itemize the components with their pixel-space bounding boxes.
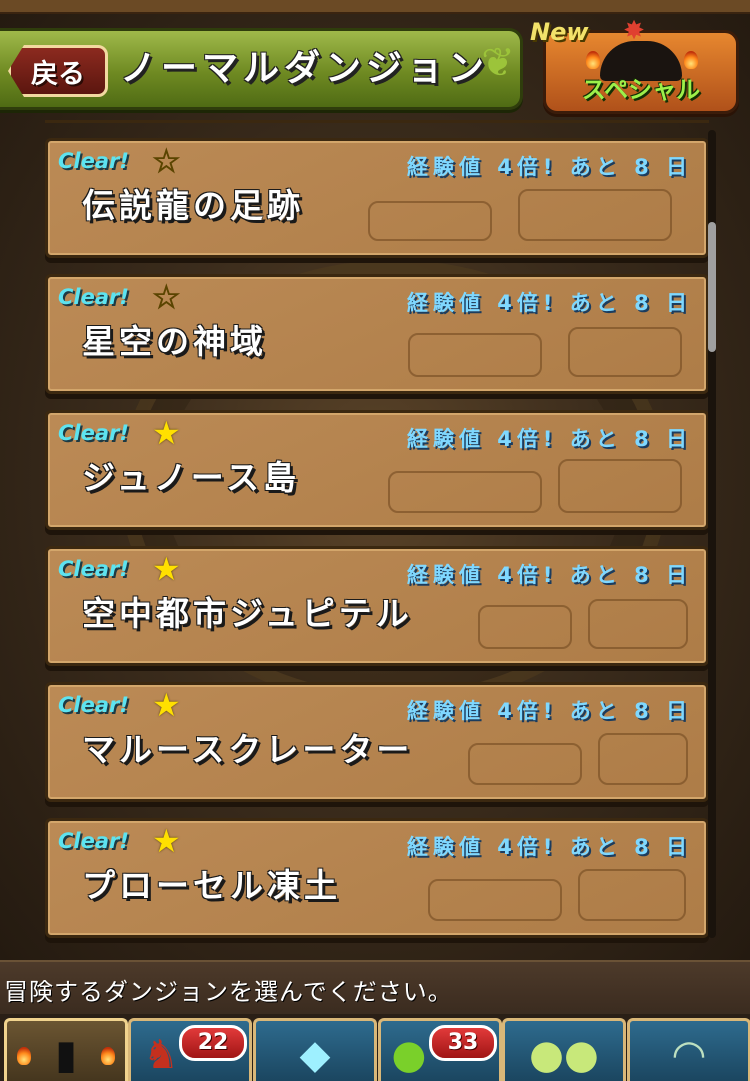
dungeon-list[interactable]: Clear! ☆ 伝説龍の足跡 経験値 4倍! あと 8 日 Clear! ☆ … <box>0 120 750 958</box>
dungeon-name: マルースクレーター <box>82 730 414 769</box>
dungeon-name: 伝説龍の足跡 <box>82 186 304 225</box>
dungeon-row[interactable]: Clear! ★ プローセル凍土 経験値 4倍! あと 8 日 <box>45 818 709 938</box>
star-outline-icon: ☆ <box>152 278 182 316</box>
event-text: 経験値 4倍! あと 8 日 <box>406 699 692 723</box>
dungeon-row[interactable]: Clear! ☆ 星空の神域 経験値 4倍! あと 8 日 <box>45 274 709 394</box>
star-filled-icon: ★ <box>152 822 181 860</box>
clear-label: Clear! <box>58 829 129 853</box>
clear-label: Clear! <box>58 285 129 309</box>
scrollbar[interactable] <box>708 130 716 938</box>
egg-count-badge: 33 <box>429 1025 497 1061</box>
clear-label: Clear! <box>58 421 129 445</box>
back-button[interactable]: 戻る <box>8 45 108 97</box>
bottom-nav: ▮ ♞ 22 ◆ ● 33 ●● ◠ <box>0 1014 750 1081</box>
fire-icon <box>586 51 600 69</box>
event-text: 経験値 4倍! あと 8 日 <box>406 155 692 179</box>
dungeon-name: プローセル凍土 <box>82 866 341 905</box>
dungeon-row[interactable]: Clear! ☆ 伝説龍の足跡 経験値 4倍! あと 8 日 <box>45 138 709 258</box>
leaf-ornament-icon: ❦ <box>481 40 515 86</box>
event-text: 経験値 4倍! あと 8 日 <box>406 835 692 859</box>
fire-icon <box>101 1047 115 1065</box>
page-title: ノーマルダンジョン <box>120 48 490 89</box>
clear-label: Clear! <box>58 557 129 581</box>
header-bar: 戻る ノーマルダンジョン <box>0 28 523 110</box>
demon-icon: ✸ <box>623 16 645 46</box>
clear-label: Clear! <box>58 693 129 717</box>
dungeon-row[interactable]: Clear! ★ ジュノース島 経験値 4倍! あと 8 日 <box>45 410 709 530</box>
egg-icon: ● <box>391 1032 427 1078</box>
info-message: 冒険するダンジョンを選んでください。 <box>4 978 453 1006</box>
info-bar: 冒険するダンジョンを選んでください。 <box>0 960 750 1016</box>
star-outline-icon: ☆ <box>152 142 182 180</box>
fire-icon <box>17 1047 31 1065</box>
scroll-icon: ◠ <box>671 1032 707 1078</box>
monster-count-badge: 22 <box>179 1025 247 1061</box>
star-filled-icon: ★ <box>152 550 181 588</box>
event-text: 経験値 4倍! あと 8 日 <box>406 291 692 315</box>
star-filled-icon: ★ <box>152 414 181 452</box>
event-text: 経験値 4倍! あと 8 日 <box>406 563 692 587</box>
dragon-icon: ♞ <box>143 1032 179 1078</box>
fire-icon <box>684 51 698 69</box>
list-item-peek <box>45 120 709 123</box>
dungeon-name: ジュノース島 <box>82 458 301 497</box>
gem-icon: ◆ <box>299 1032 331 1078</box>
event-text: 経験値 4倍! あと 8 日 <box>406 427 692 451</box>
special-label: スペシャル <box>581 76 701 104</box>
dungeon-row[interactable]: Clear! ★ 空中都市ジュピテル 経験値 4倍! あと 8 日 <box>45 546 709 666</box>
dungeon-name: 星空の神域 <box>82 322 267 361</box>
scroll-thumb[interactable] <box>708 222 716 352</box>
top-strip <box>0 0 750 14</box>
star-filled-icon: ★ <box>152 686 181 724</box>
new-badge: New <box>530 18 589 46</box>
dungeon-name: 空中都市ジュピテル <box>82 594 413 633</box>
clear-label: Clear! <box>58 149 129 173</box>
friends-icon: ●● <box>529 1032 599 1078</box>
gate-icon: ▮ <box>54 1032 78 1078</box>
dungeon-row[interactable]: Clear! ★ マルースクレーター 経験値 4倍! あと 8 日 <box>45 682 709 802</box>
